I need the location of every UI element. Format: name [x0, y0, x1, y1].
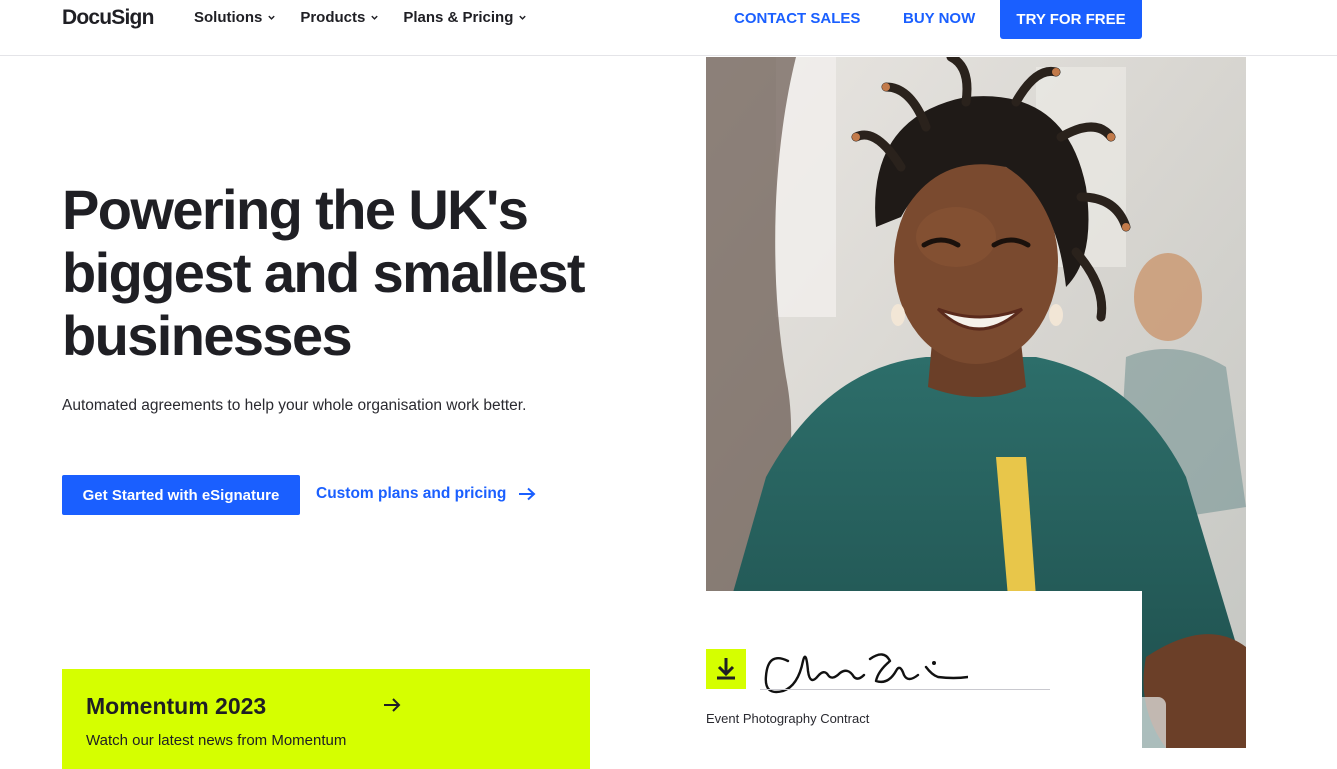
signature-line	[760, 689, 1050, 690]
promo-title: Momentum 2023	[86, 693, 267, 719]
nav-plans-pricing-label: Plans & Pricing	[403, 9, 514, 26]
site-header: DocuSign Solutions Products Plans & Pric…	[0, 0, 1337, 56]
custom-plans-pricing-label: Custom plans and pricing	[316, 485, 507, 502]
momentum-promo-card[interactable]: Momentum 2023 Watch our latest news from…	[62, 669, 590, 769]
contact-sales-link[interactable]: CONTACT SALES	[734, 10, 860, 27]
handwritten-signature	[764, 653, 968, 694]
main-nav: Solutions Products Plans & Pricing	[194, 9, 527, 26]
get-started-esignature-button[interactable]: Get Started with eSignature	[62, 475, 300, 515]
download-icon	[717, 658, 735, 680]
signature-caption: Event Photography Contract	[706, 711, 870, 726]
chevron-down-icon	[519, 15, 527, 20]
signature-card: Event Photography Contract	[706, 591, 1142, 748]
nav-solutions[interactable]: Solutions	[194, 9, 276, 26]
download-button[interactable]	[706, 649, 746, 689]
docusign-logo[interactable]: DocuSign	[62, 6, 154, 30]
nav-products[interactable]: Products	[300, 9, 379, 26]
arrow-right-icon[interactable]	[383, 697, 401, 713]
custom-plans-pricing-link[interactable]: Custom plans and pricing	[316, 485, 536, 503]
hero-subtitle: Automated agreements to help your whole …	[62, 397, 527, 414]
nav-products-label: Products	[300, 9, 366, 26]
hero-headline: Powering the UK's biggest and smallest b…	[62, 178, 586, 367]
try-for-free-button[interactable]: TRY FOR FREE	[1000, 0, 1142, 39]
nav-plans-pricing[interactable]: Plans & Pricing	[403, 9, 527, 26]
arrow-right-icon	[519, 487, 536, 501]
chevron-down-icon	[268, 15, 276, 20]
buy-now-link[interactable]: BUY NOW	[903, 10, 975, 27]
promo-subtitle: Watch our latest news from Momentum	[86, 732, 347, 749]
chevron-down-icon	[371, 15, 379, 20]
nav-solutions-label: Solutions	[194, 9, 263, 26]
